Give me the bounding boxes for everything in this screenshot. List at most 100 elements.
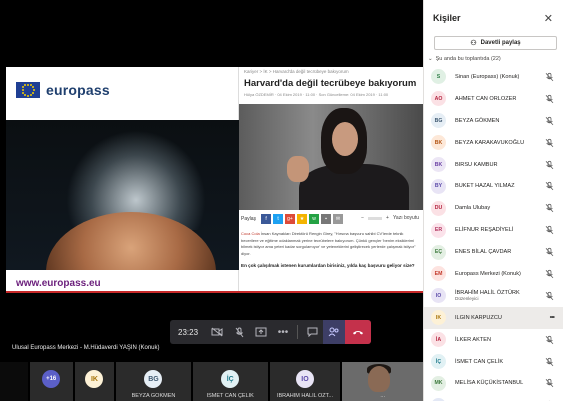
call-timer: 23:23 bbox=[178, 327, 199, 337]
more-actions-button[interactable]: ••• bbox=[272, 320, 294, 344]
participant-list-item[interactable]: İÇ İSMET CAN ÇELİK bbox=[424, 351, 563, 373]
participant-list-item[interactable]: EM Europass Merkezi (Konuk) bbox=[424, 263, 563, 285]
participant-info: AHMET CAN ORLOZER bbox=[455, 96, 516, 102]
eu-star-icon bbox=[21, 89, 24, 91]
whatsapp-icon[interactable]: w bbox=[309, 214, 320, 224]
participant-list-item[interactable]: BK BIRSU KAMBUR bbox=[424, 154, 563, 176]
avatar: BG bbox=[144, 370, 163, 388]
shared-screen: europass www.europass.eu Kariyer > İK > … bbox=[6, 67, 423, 293]
participant-tile[interactable]: IK bbox=[74, 362, 115, 401]
presenter-name: Ulusal Europass Merkezi - M.Hüdaverdi YA… bbox=[12, 345, 160, 351]
people-panel: Kişiler ✕ ⚇ Davetli paylaş ⌄ Şu anda bu … bbox=[423, 0, 563, 401]
font-size-slider[interactable] bbox=[368, 216, 383, 220]
participant-list-item[interactable]: MK MELİSA KÜÇÜKİSTANBUL bbox=[424, 372, 563, 394]
avatar: IO bbox=[431, 288, 446, 304]
share-tray-icon bbox=[255, 327, 267, 337]
panel-title: Kişiler bbox=[433, 13, 461, 23]
avatar: DU bbox=[431, 200, 446, 216]
mic-off-icon bbox=[545, 291, 554, 301]
more-options-icon[interactable]: ••• bbox=[550, 314, 555, 321]
article-question: En çok çalışılmak istenen kurumlardan bi… bbox=[241, 263, 415, 268]
participant-name: BUKET HAZAL YILMAZ bbox=[455, 183, 515, 190]
overflow-tile[interactable]: +16 bbox=[29, 362, 73, 401]
participant-video-tile[interactable]: ... bbox=[342, 362, 423, 401]
participant-list-item[interactable]: S Sinan (Europass) (Konuk) bbox=[424, 66, 563, 88]
section-label: Şu anda bu toplantıda (22) bbox=[435, 56, 501, 62]
eu-star-icon bbox=[31, 91, 34, 94]
mic-off-icon bbox=[545, 379, 554, 388]
participant-name: İBRAHİM HALİL ÖZT... bbox=[276, 393, 333, 399]
participant-list-item[interactable]: BK BEYZA KARAKAVUKOĞLU bbox=[424, 132, 563, 154]
email-icon[interactable]: ✉ bbox=[333, 214, 344, 224]
twitter-icon[interactable]: t bbox=[273, 214, 284, 224]
mic-off-icon bbox=[545, 138, 554, 147]
font-reset-label[interactable]: Yazı boyutu bbox=[393, 215, 419, 221]
eu-star-icon bbox=[32, 89, 35, 91]
chat-button[interactable] bbox=[301, 320, 323, 344]
article-photo bbox=[239, 104, 423, 210]
in-meeting-section-header[interactable]: ⌄ Şu anda bu toplantıda (22) bbox=[428, 56, 501, 62]
phone-hangup-icon bbox=[353, 331, 364, 335]
share-screen-button[interactable] bbox=[250, 320, 272, 344]
avatar: EÇ bbox=[431, 244, 446, 260]
participant-tile[interactable]: İÇ İSMET CAN ÇELİK bbox=[192, 362, 268, 401]
share-invite-label: Davetli paylaş bbox=[480, 40, 521, 46]
participant-tile[interactable]: IO İBRAHİM HALİL ÖZT... bbox=[269, 362, 341, 401]
font-size-controls: − + Yazı boyutu bbox=[361, 215, 419, 221]
controls-divider bbox=[297, 325, 299, 339]
mic-off-icon bbox=[545, 247, 554, 257]
participant-name: İLKER AKTEN bbox=[455, 336, 492, 343]
eu-star-icon bbox=[24, 93, 27, 96]
participant-list-item[interactable]: BY BUKET HAZAL YILMAZ bbox=[424, 175, 563, 197]
participant-tile[interactable]: BG BEYZA GÖKMEN bbox=[116, 362, 191, 401]
mic-off-icon bbox=[545, 226, 554, 235]
participant-list-item[interactable]: AO AHMET CAN ORLOZER bbox=[424, 88, 563, 110]
mic-off-icon bbox=[545, 357, 554, 366]
participant-name: İSMET CAN ÇELİK bbox=[455, 358, 504, 365]
chevron-down-icon: ⌄ bbox=[428, 56, 433, 62]
photo-hand-shape bbox=[287, 156, 309, 182]
mute-button[interactable] bbox=[228, 320, 250, 344]
share-invite-button[interactable]: ⚇ Davetli paylaş bbox=[434, 36, 557, 50]
europass-brand-text: europass bbox=[46, 82, 110, 98]
google-plus-icon[interactable]: g+ bbox=[285, 214, 296, 224]
participant-list-item[interactable]: DU Damla Ulubay bbox=[424, 197, 563, 219]
participant-name: BIRSU KAMBUR bbox=[455, 161, 498, 168]
overflow-count: +16 bbox=[42, 370, 61, 388]
font-increase-button[interactable]: + bbox=[386, 215, 389, 221]
participant-list-item[interactable]: BG BEYZA GÖKMEN bbox=[424, 110, 563, 132]
article-body: Coca Cola İnsan Kaynakları Direktörü Ren… bbox=[241, 231, 419, 257]
print-icon[interactable]: ▪ bbox=[321, 214, 332, 224]
participant-list-item[interactable]: İA İLKER AKTEN bbox=[424, 329, 563, 351]
participant-list-item[interactable]: IO İBRAHİM HALİL ÖZTÜRK Düzenleyici bbox=[424, 285, 563, 307]
facebook-icon[interactable]: f bbox=[261, 214, 272, 224]
participant-role: Düzenleyici bbox=[455, 296, 479, 302]
camera-off-button[interactable] bbox=[206, 320, 228, 344]
mic-off-icon bbox=[235, 327, 243, 337]
participant-info: İLKER AKTEN bbox=[455, 337, 491, 343]
participant-list-item[interactable]: MKMİRAY KAYA bbox=[424, 394, 563, 401]
participant-name: Damla Ulubay bbox=[455, 205, 491, 212]
europass-logo: europass bbox=[16, 82, 110, 98]
participant-list-item[interactable]: ER ELİFNUR REŞADİYELİ bbox=[424, 219, 563, 241]
participant-list: S Sinan (Europass) (Konuk) AO AHMET CAN ORL… bbox=[424, 66, 563, 401]
bookmark-icon[interactable]: ★ bbox=[297, 214, 308, 224]
video-face-shape bbox=[368, 366, 391, 392]
mic-off-icon bbox=[545, 72, 554, 82]
participants-button[interactable] bbox=[323, 320, 346, 344]
hang-up-button[interactable] bbox=[345, 320, 372, 344]
person-add-icon: ⚇ bbox=[470, 40, 477, 47]
call-controls: 23:23 ••• bbox=[170, 320, 372, 344]
mic-off-icon bbox=[545, 182, 554, 191]
participant-list-item[interactable]: EÇ ENES BİLAL ÇAVDAR bbox=[424, 241, 563, 263]
eu-star-icon bbox=[22, 86, 25, 89]
participant-list-item[interactable]: IK ILGIN KARPUZCU ••• bbox=[424, 306, 563, 329]
participant-info: İBRAHİM HALİL ÖZTÜRK Düzenleyici bbox=[455, 290, 520, 301]
mic-off-icon bbox=[545, 269, 554, 279]
participant-strip: +16 IK BG BEYZA GÖKMEN İÇ İSMET CAN ÇELİ… bbox=[0, 362, 423, 401]
close-icon[interactable]: ✕ bbox=[544, 12, 553, 25]
meeting-stage: europass www.europass.eu Kariyer > İK > … bbox=[0, 0, 423, 401]
font-decrease-button[interactable]: − bbox=[361, 215, 364, 221]
avatar: IK bbox=[431, 310, 446, 326]
eu-star-icon bbox=[29, 93, 32, 96]
